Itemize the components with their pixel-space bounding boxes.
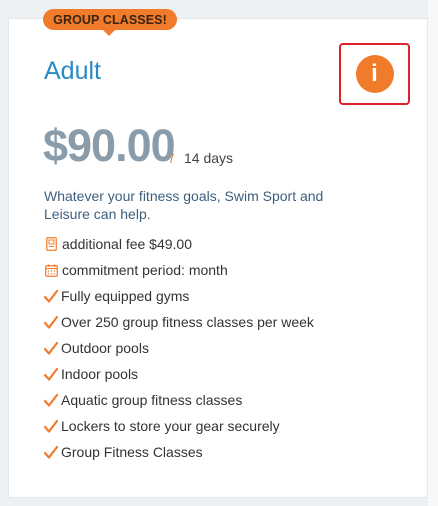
plan-description: Whatever your fitness goals, Swim Sport … xyxy=(44,188,324,222)
check-icon xyxy=(44,314,58,330)
feature-text: Outdoor pools xyxy=(61,340,149,356)
feature-item: Lockers to store your gear securely xyxy=(44,413,404,439)
feature-text: additional fee $49.00 xyxy=(62,236,192,252)
price-period: 14 days xyxy=(184,150,234,166)
price: $90.00 xyxy=(43,120,176,171)
price-separator: / xyxy=(170,150,174,166)
calendar-icon xyxy=(44,262,58,278)
feature-item: Outdoor pools xyxy=(44,335,404,361)
check-icon xyxy=(44,444,58,460)
feature-text: Over 250 group fitness classes per week xyxy=(61,314,314,330)
feature-text: Aquatic group fitness classes xyxy=(61,392,243,408)
page-edge xyxy=(428,0,438,506)
badge-pointer xyxy=(102,29,116,36)
plan-name: Adult xyxy=(44,57,101,85)
check-icon xyxy=(44,418,58,434)
feature-text: Lockers to store your gear securely xyxy=(61,418,280,434)
feature-item: Fully equipped gyms xyxy=(44,283,404,309)
group-classes-badge: GROUP CLASSES! xyxy=(43,9,177,30)
feature-list: additional fee $49.00 commitment period:… xyxy=(44,231,404,465)
feature-item: additional fee $49.00 xyxy=(44,231,404,257)
fee-icon xyxy=(44,236,58,252)
check-icon xyxy=(44,392,58,408)
check-icon xyxy=(44,288,58,304)
feature-item: Indoor pools xyxy=(44,361,404,387)
feature-item: Group Fitness Classes xyxy=(44,439,404,465)
feature-item: Over 250 group fitness classes per week xyxy=(44,309,404,335)
feature-text: commitment period: month xyxy=(62,262,228,278)
check-icon xyxy=(44,340,58,356)
feature-item: Aquatic group fitness classes xyxy=(44,387,404,413)
feature-text: Fully equipped gyms xyxy=(61,288,190,304)
feature-text: Group Fitness Classes xyxy=(61,444,203,460)
info-icon[interactable]: i xyxy=(355,55,394,93)
feature-item: commitment period: month xyxy=(44,257,404,283)
feature-text: Indoor pools xyxy=(61,366,139,382)
badge-label: GROUP CLASSES! xyxy=(53,12,167,27)
check-icon xyxy=(44,366,58,382)
info-button[interactable]: i xyxy=(339,43,410,105)
